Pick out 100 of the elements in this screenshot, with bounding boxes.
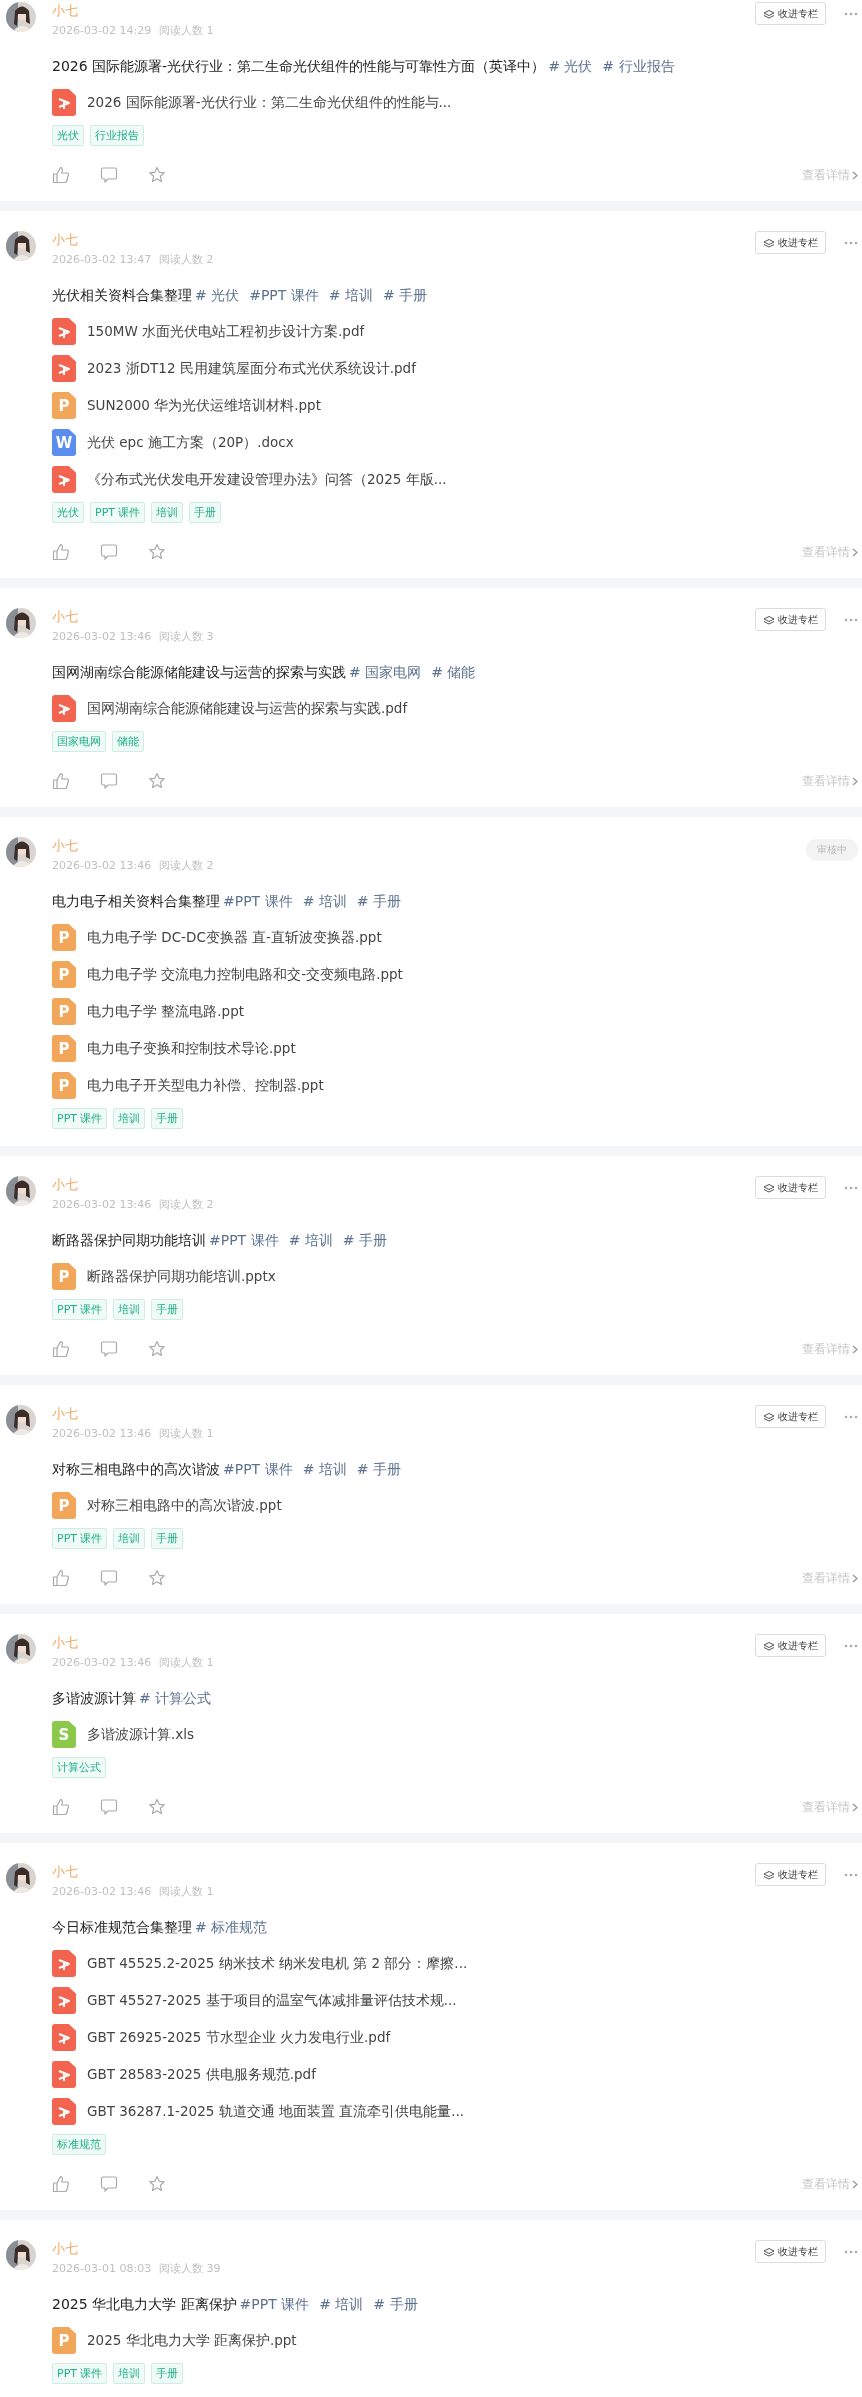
topic-tag[interactable]: 培训 [113, 2363, 146, 2384]
comment-icon[interactable] [100, 1569, 118, 1587]
post-title[interactable]: 对称三相电路中的高次谐波 [52, 1459, 220, 1479]
comment-icon[interactable] [100, 1340, 118, 1358]
star-icon[interactable] [148, 166, 166, 184]
avatar[interactable] [6, 2, 36, 32]
hashtag-link[interactable]: # 培训 [288, 1230, 333, 1250]
topic-tag[interactable]: 培训 [113, 1528, 146, 1549]
like-icon[interactable] [52, 543, 70, 561]
hashtag-link[interactable]: # 培训 [328, 285, 373, 305]
hashtag-link[interactable]: #PPT 课件 [223, 891, 293, 911]
avatar[interactable] [6, 837, 36, 867]
attachment-link[interactable]: SUN2000 华为光伏运维培训材料.ppt [87, 396, 321, 415]
post-title[interactable]: 2026 国际能源署-光伏行业：第二生命光伏组件的性能与可靠性方面（英译中） [52, 56, 546, 76]
comment-icon[interactable] [100, 543, 118, 561]
more-icon[interactable] [844, 11, 858, 16]
more-icon[interactable] [844, 1414, 858, 1419]
topic-tag[interactable]: 国家电网 [52, 731, 106, 752]
attachment-link[interactable]: 《分布式光伏发电开发建设管理办法》问答（2025 年版... [87, 470, 447, 489]
hashtag-link[interactable]: #PPT 课件 [223, 1459, 293, 1479]
attachment-link[interactable]: 电力电子学 DC-DC变换器 直-直斩波变换器.ppt [87, 928, 382, 947]
add-to-column-button[interactable]: 收进专栏 [755, 608, 826, 631]
star-icon[interactable] [148, 1798, 166, 1816]
add-to-column-button[interactable]: 收进专栏 [755, 2240, 826, 2263]
hashtag-link[interactable]: #PPT 课件 [209, 1230, 279, 1250]
attachment-link[interactable]: 2026 国际能源署-光伏行业：第二生命光伏组件的性能与... [87, 93, 452, 112]
comment-icon[interactable] [100, 1798, 118, 1816]
hashtag-link[interactable]: # 培训 [319, 2294, 364, 2314]
avatar[interactable] [6, 1405, 36, 1435]
topic-tag[interactable]: 培训 [113, 1108, 146, 1129]
topic-tag[interactable]: 培训 [113, 1299, 146, 1320]
topic-tag[interactable]: PPT 课件 [52, 1299, 108, 1320]
attachment-link[interactable]: GBT 45525.2-2025 纳米技术 纳米发电机 第 2 部分：摩擦... [87, 1954, 468, 1973]
add-to-column-button[interactable]: 收进专栏 [755, 1634, 826, 1657]
like-icon[interactable] [52, 2175, 70, 2193]
topic-tag[interactable]: PPT 课件 [90, 502, 146, 523]
topic-tag[interactable]: 手册 [189, 502, 222, 523]
like-icon[interactable] [52, 1569, 70, 1587]
star-icon[interactable] [148, 1569, 166, 1587]
avatar[interactable] [6, 608, 36, 638]
post-title[interactable]: 国网湖南综合能源储能建设与运营的探索与实践 [52, 662, 346, 682]
topic-tag[interactable]: 储能 [112, 731, 144, 752]
attachment-link[interactable]: 多谐波源计算.xls [87, 1725, 195, 1744]
like-icon[interactable] [52, 1798, 70, 1816]
attachment-link[interactable]: 2023 浙DT12 民用建筑屋面分布式光伏系统设计.pdf [87, 359, 416, 378]
attachment-link[interactable]: 光伏 epc 施工方案（20P）.docx [87, 433, 294, 452]
attachment-link[interactable]: GBT 26925-2025 节水型企业 火力发电行业.pdf [87, 2028, 391, 2047]
attachment-link[interactable]: GBT 45527-2025 基于项目的温室气体减排量评估技术规... [87, 1991, 457, 2010]
hashtag-link[interactable]: # 手册 [356, 1459, 401, 1479]
hashtag-link[interactable]: # 手册 [356, 891, 401, 911]
more-icon[interactable] [844, 240, 858, 245]
topic-tag[interactable]: 手册 [151, 1108, 184, 1129]
attachment-link[interactable]: 对称三相电路中的高次谐波.ppt [87, 1496, 282, 1515]
topic-tag[interactable]: PPT 课件 [52, 2363, 108, 2384]
hashtag-link[interactable]: # 国家电网 [349, 662, 422, 682]
topic-tag[interactable]: 光伏 [52, 502, 84, 523]
add-to-column-button[interactable]: 收进专栏 [755, 1863, 826, 1886]
like-icon[interactable] [52, 166, 70, 184]
star-icon[interactable] [148, 1340, 166, 1358]
topic-tag[interactable]: 光伏 [52, 125, 84, 146]
post-title[interactable]: 光伏相关资料合集整理 [52, 285, 192, 305]
more-icon[interactable] [844, 1185, 858, 1190]
post-title[interactable]: 断路器保护同期功能培训 [52, 1230, 206, 1250]
attachment-link[interactable]: 电力电子学 交流电力控制电路和交-交变频电路.ppt [87, 965, 403, 984]
star-icon[interactable] [148, 772, 166, 790]
topic-tag[interactable]: 手册 [151, 1528, 184, 1549]
comment-icon[interactable] [100, 2175, 118, 2193]
avatar[interactable] [6, 1176, 36, 1206]
more-icon[interactable] [844, 1872, 858, 1877]
star-icon[interactable] [148, 543, 166, 561]
hashtag-link[interactable]: #PPT 课件 [239, 2294, 310, 2314]
hashtag-link[interactable]: # 培训 [302, 1459, 347, 1479]
hashtag-link[interactable]: # 标准规范 [195, 1917, 268, 1937]
hashtag-link[interactable]: #PPT 课件 [249, 285, 319, 305]
avatar[interactable] [6, 1863, 36, 1893]
topic-tag[interactable]: PPT 课件 [52, 1108, 108, 1129]
hashtag-link[interactable]: # 光伏 [195, 285, 240, 305]
add-to-column-button[interactable]: 收进专栏 [755, 1405, 826, 1428]
attachment-link[interactable]: 2025 华北电力大学 距离保护.ppt [87, 2331, 297, 2350]
attachment-link[interactable]: 电力电子开关型电力补偿、控制器.ppt [87, 1076, 324, 1095]
avatar[interactable] [6, 1634, 36, 1664]
post-title[interactable]: 电力电子相关资料合集整理 [52, 891, 220, 911]
post-title[interactable]: 多谐波源计算 [52, 1688, 136, 1708]
avatar[interactable] [6, 231, 36, 261]
hashtag-link[interactable]: # 手册 [383, 285, 428, 305]
add-to-column-button[interactable]: 收进专栏 [755, 1176, 826, 1199]
post-title[interactable]: 2025 华北电力大学 距离保护 [52, 2294, 237, 2314]
topic-tag[interactable]: 行业报告 [90, 125, 144, 146]
attachment-link[interactable]: 断路器保护同期功能培训.pptx [87, 1267, 276, 1286]
attachment-link[interactable]: GBT 36287.1-2025 轨道交通 地面装置 直流牵引供电能量... [87, 2102, 465, 2121]
avatar[interactable] [6, 2240, 36, 2270]
topic-tag[interactable]: 计算公式 [52, 1757, 106, 1778]
topic-tag[interactable]: PPT 课件 [52, 1528, 108, 1549]
topic-tag[interactable]: 培训 [151, 502, 184, 523]
comment-icon[interactable] [100, 166, 118, 184]
topic-tag[interactable]: 手册 [151, 2363, 184, 2384]
add-to-column-button[interactable]: 收进专栏 [755, 231, 826, 254]
attachment-link[interactable]: 150MW 水面光伏电站工程初步设计方案.pdf [87, 322, 365, 341]
hashtag-link[interactable]: # 手册 [373, 2294, 418, 2314]
add-to-column-button[interactable]: 收进专栏 [755, 2, 826, 25]
